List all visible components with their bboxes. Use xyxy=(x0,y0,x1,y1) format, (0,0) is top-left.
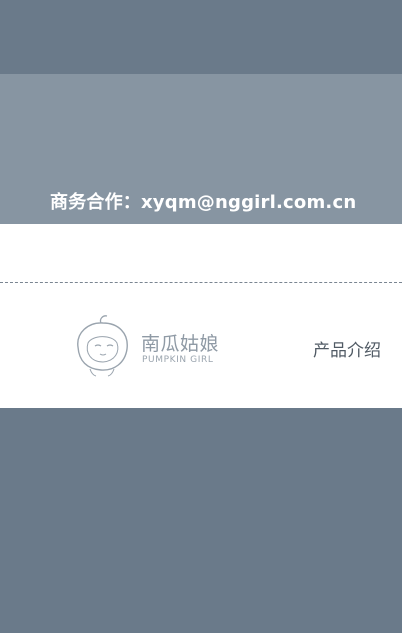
pumpkin-girl-logo[interactable]: 南瓜姑娘 PUMPKIN GIRL xyxy=(70,313,220,377)
edge-glyph-1 xyxy=(396,188,402,210)
contact-band: 商务合作：xyqm@nggirl.com.cn xyxy=(0,74,402,224)
bottom-band xyxy=(0,408,402,633)
footer-panel: 南瓜姑娘 PUMPKIN GIRL 产品介绍 xyxy=(0,224,402,408)
top-band xyxy=(0,0,402,74)
logo-en-name: PUMPKIN GIRL xyxy=(142,355,214,365)
contact-text: 商务合作：xyqm@nggirl.com.cn xyxy=(50,192,357,213)
product-intro-link[interactable]: 产品介绍 xyxy=(313,336,381,361)
logo-cn-name: 南瓜姑娘 xyxy=(141,333,220,355)
dashed-divider xyxy=(0,282,402,283)
